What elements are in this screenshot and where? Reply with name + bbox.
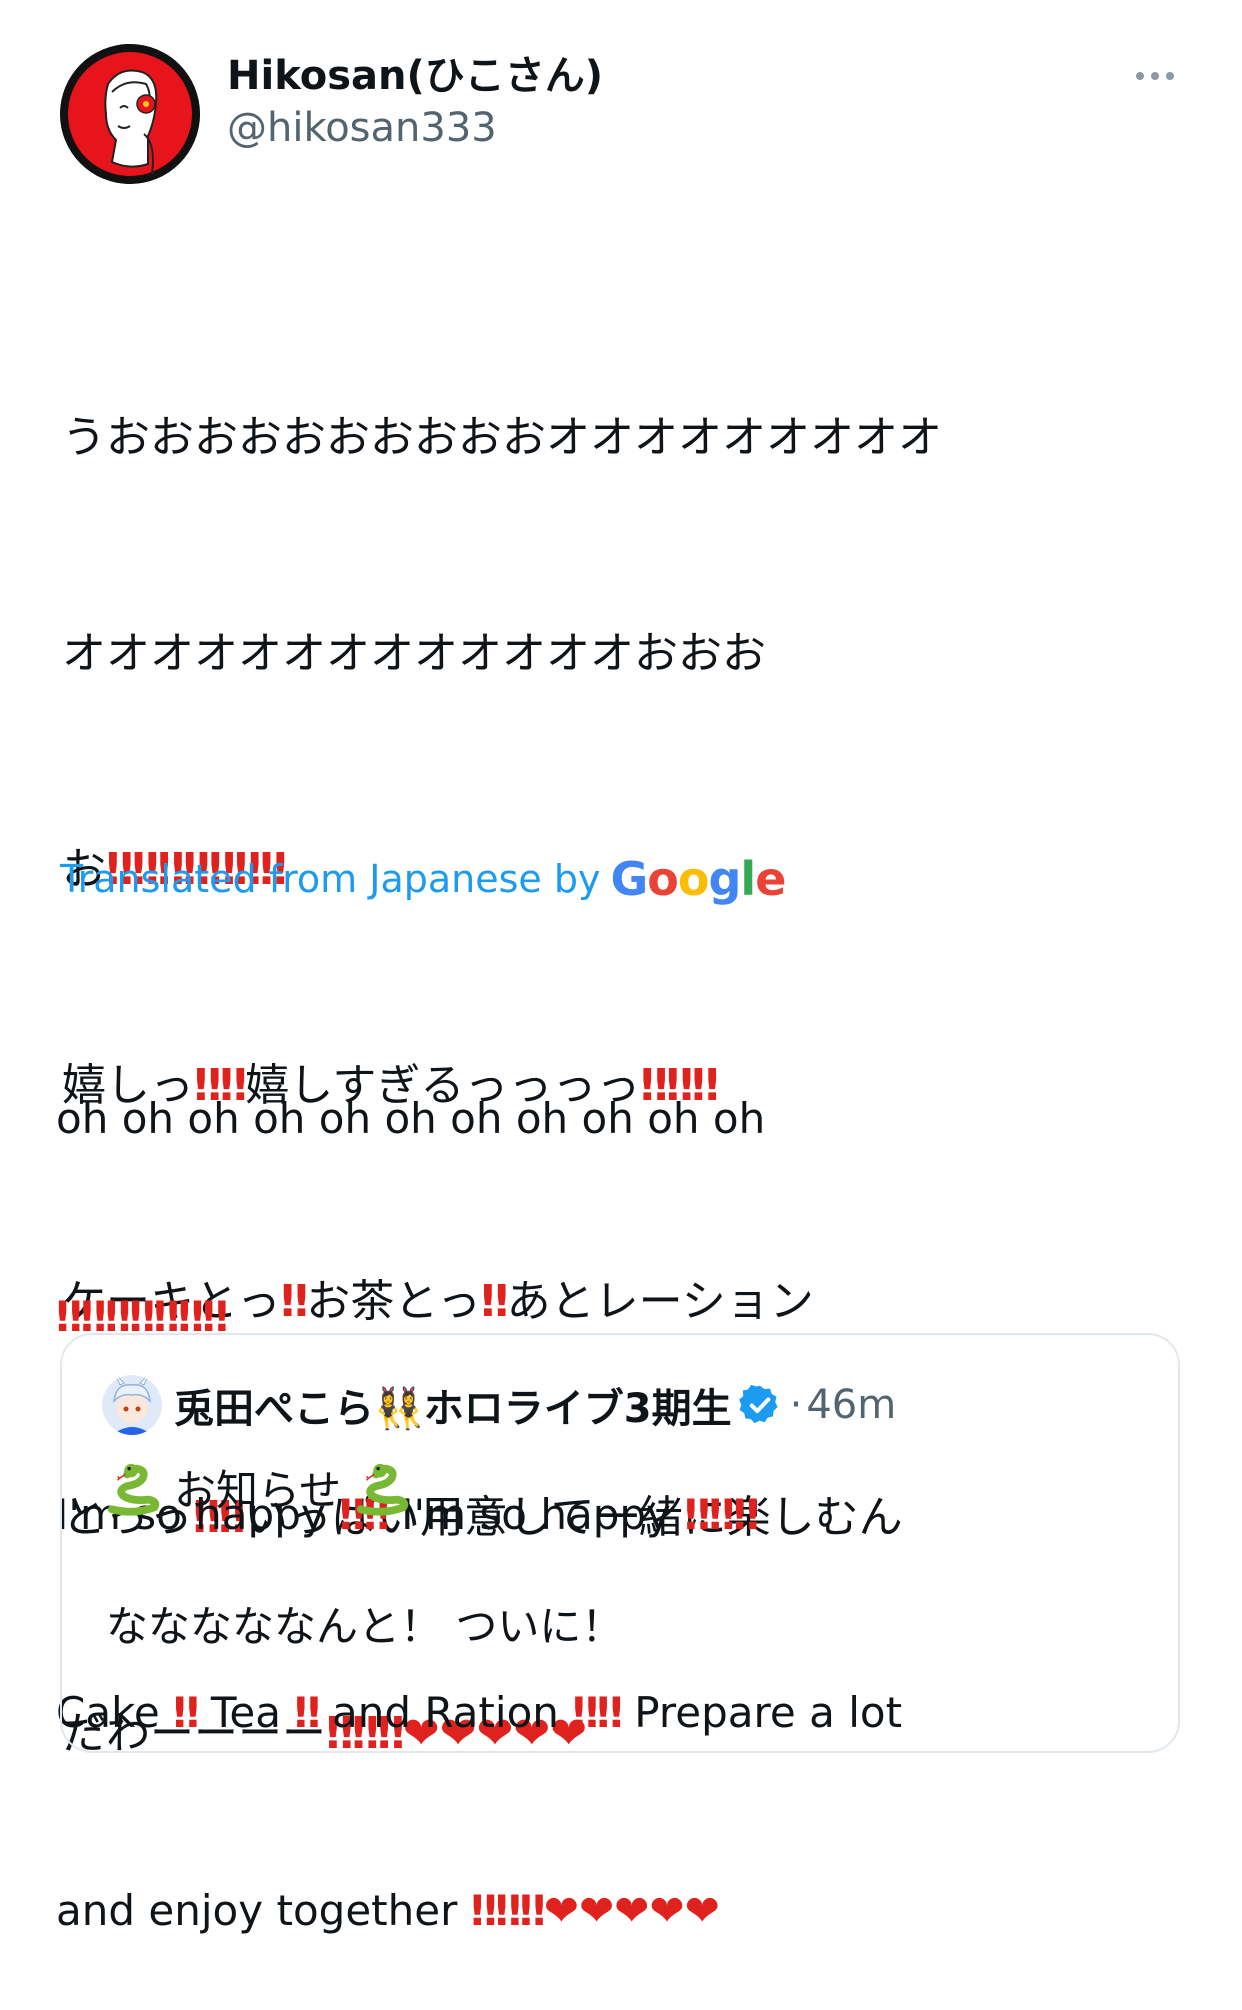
more-horizontal-icon xyxy=(1136,72,1144,80)
translation-attribution[interactable]: Translated from Japanese by Google xyxy=(60,852,786,906)
author-avatar[interactable] xyxy=(60,44,200,184)
author-display-name[interactable]: Hikosan(ひこさん) xyxy=(227,50,603,102)
double-exclamation-icon: ‼ xyxy=(495,1886,521,1935)
quoted-separator: · xyxy=(789,1382,803,1428)
quoted-tweet-body: なななななんと！ ついに！ xyxy=(106,1602,624,1651)
verified-badge-icon xyxy=(738,1384,778,1424)
red-heart-icon: ❤ xyxy=(543,1886,579,1935)
tweet-line: うおおおおおおおおおおオオオオオオオオオ xyxy=(62,412,942,463)
tweet-header: Hikosan(ひこさん) @hikosan333 xyxy=(60,44,1190,184)
red-heart-icon: ❤ xyxy=(684,1886,720,1935)
more-horizontal-icon-dot xyxy=(1151,72,1159,80)
quoted-timestamp[interactable]: 46m xyxy=(806,1382,896,1428)
more-horizontal-icon-dot xyxy=(1166,72,1174,80)
google-logo: Google xyxy=(610,852,786,906)
tweet-line: オオオオオオオオオオオオオおおお xyxy=(62,628,766,679)
red-heart-icon: ❤ xyxy=(578,1886,615,1935)
quoted-title: お知らせ xyxy=(174,1466,342,1515)
quoted-title-row: お知らせ xyxy=(104,1457,411,1518)
portrait-avatar-icon xyxy=(60,44,200,184)
red-heart-icon: ❤ xyxy=(614,1886,650,1935)
quoted-author-avatar xyxy=(102,1375,162,1435)
snake-icon xyxy=(357,1463,409,1516)
snake-icon xyxy=(107,1463,160,1516)
quoted-author-name: 兎田ぺこら👯‍♀️ホロライブ3期生 xyxy=(174,1386,732,1432)
double-exclamation-icon: ‼ xyxy=(56,1292,82,1341)
more-options-button[interactable] xyxy=(1120,56,1190,96)
double-exclamation-icon: ‼ xyxy=(519,1886,545,1935)
quoted-tweet-card[interactable]: 兎田ぺこら👯‍♀️ホロライブ3期生 · 46m お知らせ なななななんと！ つい… xyxy=(60,1333,1180,1753)
translation-line: and enjoy together ‼‼‼❤❤❤❤❤ xyxy=(56,1886,720,1935)
translation-label: Translated from Japanese by xyxy=(60,857,601,901)
quoted-tweet-header: 兎田ぺこら👯‍♀️ホロライブ3期生 · 46m xyxy=(102,1375,896,1435)
red-heart-icon: ❤ xyxy=(649,1886,685,1935)
author-handle[interactable]: @hikosan333 xyxy=(227,102,603,154)
double-exclamation-icon: ‼ xyxy=(470,1886,497,1935)
translation-line: oh oh oh oh oh oh oh oh oh oh oh xyxy=(56,1094,766,1143)
